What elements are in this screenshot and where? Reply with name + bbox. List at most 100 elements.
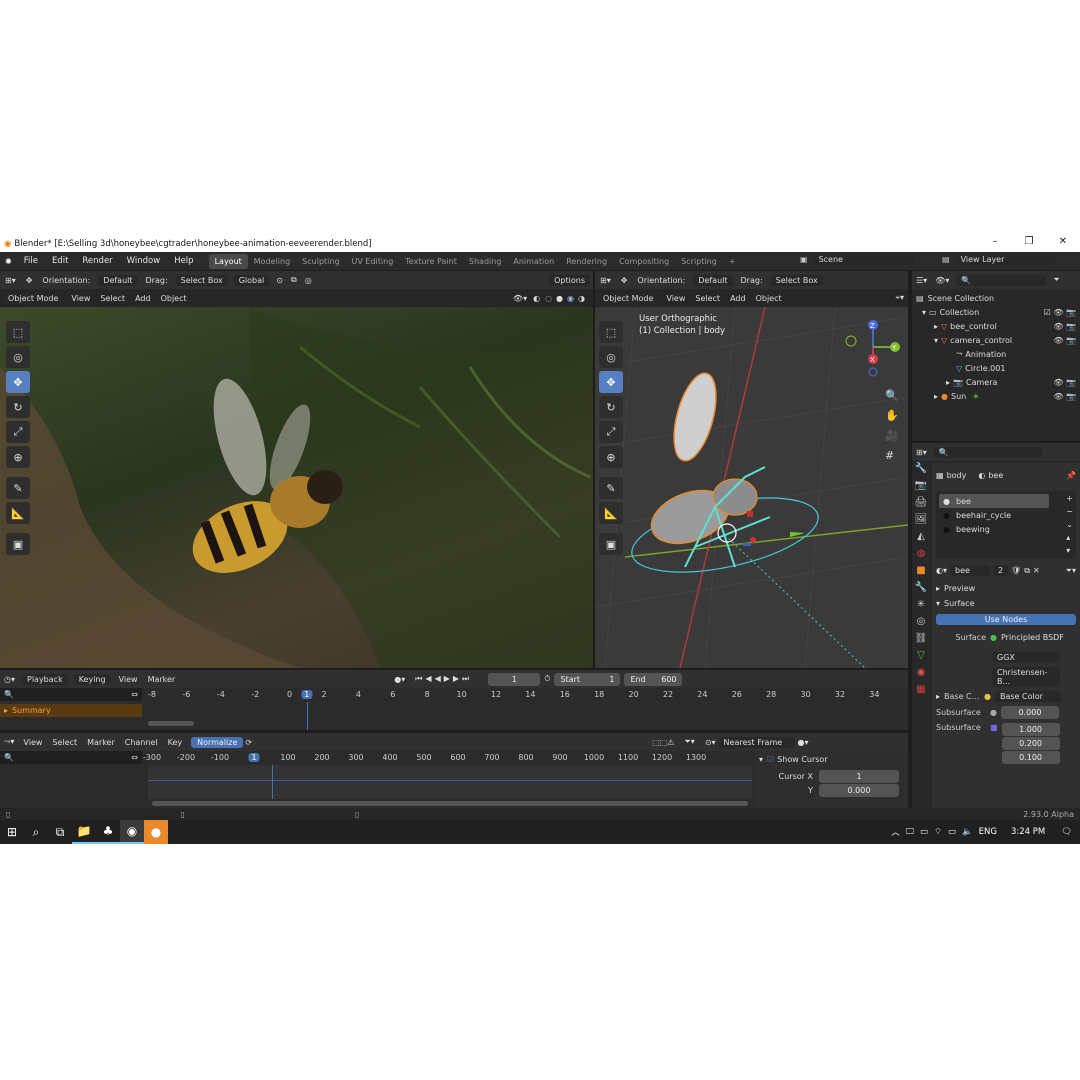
- scene-field[interactable]: Scene: [813, 254, 914, 265]
- playback-menu[interactable]: Playback: [22, 673, 68, 685]
- graph-scrollbar[interactable]: [152, 801, 748, 806]
- duplicate-material-icon[interactable]: ⧉: [1024, 566, 1030, 576]
- camera-control-toggles[interactable]: 👁 📷: [1053, 336, 1076, 345]
- graph-menu-marker[interactable]: Marker: [82, 738, 120, 747]
- viewport-menu-select-right[interactable]: Select: [690, 294, 725, 303]
- tab-modeling[interactable]: Modeling: [248, 254, 296, 269]
- record-button-icon[interactable]: ●▾: [394, 675, 405, 684]
- viewport-menu-add-right[interactable]: Add: [725, 294, 751, 303]
- distribution-dropdown[interactable]: GGX: [992, 652, 1060, 663]
- collection-toggles[interactable]: ☑ 👁 📷: [1044, 308, 1076, 317]
- mode-dropdown-left[interactable]: Object Mode: [3, 292, 64, 304]
- editor-type-icon[interactable]: ⊞▾: [0, 276, 21, 285]
- expand-arrow-icon[interactable]: ▾: [922, 308, 926, 317]
- collapsed-arrow-icon[interactable]: ▸: [936, 692, 940, 701]
- expand-arrow-icon[interactable]: ▸: [934, 322, 938, 331]
- view-layer-field[interactable]: View Layer: [955, 254, 1056, 265]
- current-frame-field[interactable]: 1: [488, 672, 541, 686]
- outliner-row-camera[interactable]: ▸ 📷 Camera 👁 📷: [916, 375, 1076, 389]
- mode-dropdown-right[interactable]: Object Mode: [598, 292, 659, 304]
- object-tab-icon[interactable]: ■: [916, 565, 925, 576]
- tray-clock[interactable]: 3:24 PM: [1011, 827, 1045, 837]
- tray-display-icon[interactable]: 🖵: [906, 827, 914, 837]
- search-icon[interactable]: ⌕: [24, 820, 48, 844]
- outliner-editor-icon[interactable]: ☰▾: [912, 276, 931, 285]
- annotate-tool-icon-right[interactable]: ✎: [599, 477, 623, 499]
- sync-arrows-icon[interactable]: ⇔: [131, 753, 142, 762]
- minimize-button[interactable]: –: [978, 236, 1012, 247]
- properties-editor-icon[interactable]: ⊞▾: [912, 448, 931, 457]
- outliner-row-camera-control[interactable]: ▾ ▽ camera_control 👁 📷: [916, 333, 1076, 347]
- timeline-playhead[interactable]: [307, 702, 308, 730]
- task-view-icon[interactable]: ⧉: [48, 820, 72, 844]
- viewport-solid[interactable]: User Orthographic (1) Collection | body …: [595, 307, 908, 668]
- timeline-view-menu[interactable]: View: [114, 675, 143, 684]
- proportional-icon[interactable]: ●▾: [798, 738, 809, 747]
- properties-search-field[interactable]: 🔍: [933, 446, 1042, 458]
- timeline-editor-icon[interactable]: ◷▾: [0, 675, 19, 684]
- material-slot-row[interactable]: ● beehair_cycle: [939, 508, 1073, 522]
- texture-tab-icon[interactable]: ▦: [916, 684, 925, 695]
- tab-uv-editing[interactable]: UV Editing: [346, 254, 400, 269]
- subsurface-radius-y[interactable]: 0.200: [1001, 737, 1060, 750]
- viewport-menu-object[interactable]: Object: [156, 294, 192, 303]
- proportional-edit-icon[interactable]: ◎: [301, 276, 316, 285]
- cursor-tool-icon[interactable]: ◎: [6, 346, 30, 368]
- timeline-scrollbar[interactable]: [148, 721, 194, 726]
- menu-window[interactable]: Window: [120, 256, 168, 266]
- measure-tool-icon-right[interactable]: 📐: [599, 502, 623, 524]
- graph-filter-icon[interactable]: ⏷▾: [684, 737, 694, 747]
- base-color-field[interactable]: Base Color: [995, 691, 1061, 702]
- blender-menu-icon[interactable]: ✺: [0, 257, 17, 266]
- viewport-menu-view[interactable]: View: [66, 294, 95, 303]
- timeline-area[interactable]: 🔍 ⇔ ▸ Summary -8 -6 -4 -2 0 2 4 6 8 10 12 14 16 18 20 22 2…: [0, 688, 908, 730]
- remove-slot-button[interactable]: −: [1066, 507, 1073, 516]
- tray-battery-icon[interactable]: ▭: [920, 827, 928, 837]
- outliner-row-collection[interactable]: ▾ ▭ Collection ☑ 👁 📷: [916, 305, 1076, 319]
- display-mode-icon[interactable]: 👁▾: [931, 276, 953, 285]
- wireframe-shading-icon[interactable]: ◌: [543, 294, 554, 303]
- solid-shading-icon[interactable]: ●: [554, 294, 565, 303]
- outliner-row-animation[interactable]: ⤳ Animation: [916, 347, 1076, 361]
- preview-range-icon[interactable]: ⏱: [544, 674, 550, 684]
- overlay-icon[interactable]: ◐: [530, 294, 543, 303]
- scene-tab-icon[interactable]: ◭: [917, 531, 925, 542]
- material-filter-icon[interactable]: ⏷▾: [1066, 566, 1076, 576]
- normalize-refresh-icon[interactable]: ⟳: [245, 738, 252, 747]
- material-tab-icon[interactable]: ◉: [917, 667, 926, 678]
- tab-layout[interactable]: Layout: [208, 253, 248, 269]
- grid-view-icon[interactable]: #: [885, 449, 899, 462]
- preview-section[interactable]: ▸ Preview: [936, 584, 1076, 593]
- snapping-icon[interactable]: ⊙▾: [705, 738, 716, 747]
- graph-playhead[interactable]: [272, 765, 273, 799]
- graph-editor-icon[interactable]: ⤳▾: [0, 737, 18, 747]
- expand-arrow-icon[interactable]: ▸: [934, 392, 938, 401]
- select-box-tool-icon[interactable]: ⬚: [6, 321, 30, 343]
- gizmo-toggle-icon[interactable]: ⌖▾: [895, 293, 908, 303]
- tray-up-arrow-icon[interactable]: ︿: [891, 826, 900, 838]
- drag-dropdown-right[interactable]: Select Box: [770, 274, 823, 286]
- tray-monitor-icon[interactable]: ▭: [948, 827, 956, 837]
- menu-help[interactable]: Help: [167, 256, 200, 266]
- rendered-shading-icon[interactable]: ◑: [576, 294, 587, 303]
- transform-tool-icon-right[interactable]: ⊕: [599, 446, 623, 468]
- orientation-dropdown-right[interactable]: Default: [693, 274, 733, 286]
- menu-edit[interactable]: Edit: [45, 256, 75, 266]
- menu-render[interactable]: Render: [75, 256, 119, 266]
- add-cube-tool-icon[interactable]: ▣: [6, 533, 30, 555]
- use-nodes-button[interactable]: Use Nodes: [936, 614, 1076, 625]
- playback-controls[interactable]: ⏮◀◀▶▶⏭: [415, 674, 472, 684]
- options-dropdown[interactable]: Options: [549, 274, 590, 286]
- material-name-field[interactable]: bee: [950, 565, 990, 576]
- menu-file[interactable]: File: [17, 256, 45, 266]
- subsurface-radius-x[interactable]: 1.000: [1001, 723, 1060, 736]
- tab-rendering[interactable]: Rendering: [560, 254, 613, 269]
- normalize-toggle[interactable]: Normalize: [191, 736, 244, 748]
- maximize-button[interactable]: ❐: [1012, 236, 1046, 247]
- notification-icon[interactable]: 🗨: [1061, 827, 1072, 837]
- subsurface-method-dropdown[interactable]: Christensen-B...: [992, 667, 1060, 687]
- expanded-arrow-icon[interactable]: ▾: [759, 755, 763, 764]
- subsurface-field[interactable]: 0.000: [1000, 706, 1059, 719]
- outliner-row-circle[interactable]: ▽ Circle.001: [916, 361, 1076, 375]
- graph-canvas[interactable]: [148, 765, 752, 799]
